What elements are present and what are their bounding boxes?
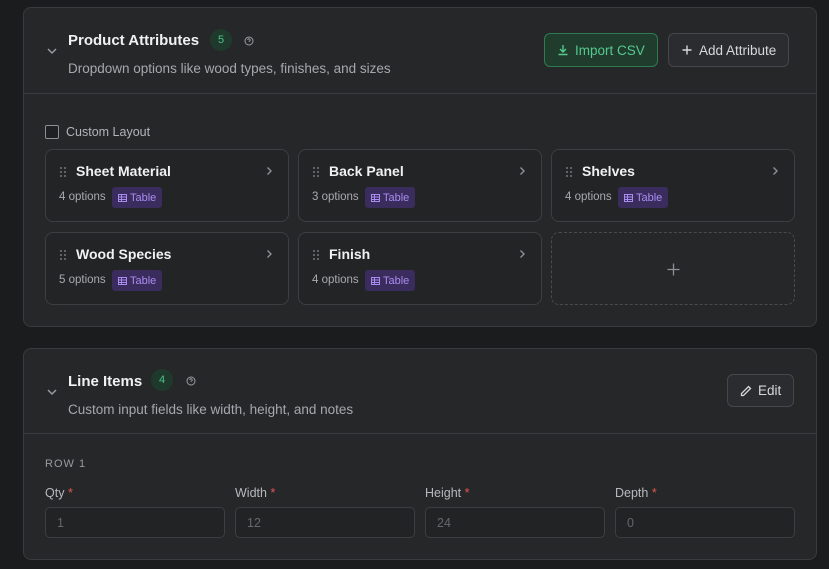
depth-input[interactable] bbox=[615, 507, 795, 538]
height-label: Height * bbox=[425, 486, 470, 500]
attribute-option-count: 5 options bbox=[59, 274, 106, 286]
import-csv-label: Import CSV bbox=[575, 42, 645, 58]
row-label: ROW 1 bbox=[45, 458, 87, 470]
field-label-text: Depth bbox=[615, 486, 649, 500]
section-title: Line Items bbox=[68, 373, 143, 390]
line-items-card: Line Items 4 Custom input fields like wi… bbox=[23, 348, 817, 560]
required-mark: * bbox=[651, 486, 657, 500]
line-items-header[interactable]: Line Items 4 Custom input fields like wi… bbox=[24, 349, 816, 434]
attribute-tile-sheet-material[interactable]: Sheet Material 4 options Table bbox=[45, 149, 289, 222]
display-type-tag: Table bbox=[112, 270, 163, 291]
chevron-right-icon[interactable] bbox=[770, 166, 780, 176]
drag-handle-icon[interactable] bbox=[312, 166, 320, 178]
qty-label: Qty * bbox=[45, 486, 73, 500]
help-icon[interactable] bbox=[244, 36, 254, 46]
required-mark: * bbox=[270, 486, 276, 500]
section-subtitle: Custom input fields like width, height, … bbox=[68, 402, 354, 417]
count-badge: 5 bbox=[210, 29, 232, 51]
attribute-name: Wood Species bbox=[76, 246, 172, 262]
qty-input[interactable] bbox=[45, 507, 225, 538]
custom-layout-label: Custom Layout bbox=[66, 125, 151, 139]
attribute-option-count: 4 options bbox=[312, 274, 359, 286]
attribute-option-count: 3 options bbox=[312, 191, 359, 203]
table-icon bbox=[624, 193, 633, 202]
depth-label: Depth * bbox=[615, 486, 657, 500]
attribute-option-count: 4 options bbox=[59, 191, 106, 203]
download-icon bbox=[558, 45, 568, 56]
table-icon bbox=[118, 276, 127, 285]
plus-icon bbox=[682, 45, 692, 55]
count-badge: 4 bbox=[151, 369, 173, 391]
attribute-name: Finish bbox=[329, 246, 371, 262]
display-type-label: Table bbox=[130, 191, 157, 204]
chevron-down-icon[interactable] bbox=[46, 386, 58, 398]
height-input[interactable] bbox=[425, 507, 605, 538]
custom-layout-checkbox[interactable] bbox=[45, 125, 59, 139]
product-attributes-card: Product Attributes 5 Dropdown options li… bbox=[23, 7, 817, 327]
display-type-label: Table bbox=[383, 191, 410, 204]
display-type-tag: Table bbox=[365, 187, 416, 208]
field-label-text: Width bbox=[235, 486, 267, 500]
width-input[interactable] bbox=[235, 507, 415, 538]
field-label-text: Height bbox=[425, 486, 462, 500]
section-title: Product Attributes bbox=[68, 32, 200, 49]
attribute-tile-wood-species[interactable]: Wood Species 5 options Table bbox=[45, 232, 289, 305]
add-attribute-tile[interactable] bbox=[551, 232, 795, 305]
field-label-text: Qty bbox=[45, 486, 65, 500]
attribute-name: Back Panel bbox=[329, 163, 404, 179]
attribute-tile-shelves[interactable]: Shelves 4 options Table bbox=[551, 149, 795, 222]
required-mark: * bbox=[67, 486, 73, 500]
custom-layout-toggle[interactable]: Custom Layout bbox=[45, 125, 150, 139]
import-csv-button[interactable]: Import CSV bbox=[544, 33, 658, 67]
display-type-tag: Table bbox=[365, 270, 416, 291]
required-mark: * bbox=[464, 486, 470, 500]
display-type-label: Table bbox=[383, 274, 410, 287]
product-attributes-header[interactable]: Product Attributes 5 Dropdown options li… bbox=[24, 8, 816, 94]
chevron-down-icon[interactable] bbox=[46, 45, 58, 57]
drag-handle-icon[interactable] bbox=[59, 249, 67, 261]
add-attribute-label: Add Attribute bbox=[699, 42, 777, 58]
add-attribute-button[interactable]: Add Attribute bbox=[668, 33, 790, 67]
section-subtitle: Dropdown options like wood types, finish… bbox=[68, 61, 391, 76]
pencil-icon bbox=[740, 385, 752, 396]
attribute-name: Sheet Material bbox=[76, 163, 171, 179]
drag-handle-icon[interactable] bbox=[59, 166, 67, 178]
edit-button[interactable]: Edit bbox=[727, 374, 795, 407]
drag-handle-icon[interactable] bbox=[312, 249, 320, 261]
table-icon bbox=[371, 193, 380, 202]
display-type-tag: Table bbox=[618, 187, 669, 208]
display-type-label: Table bbox=[636, 191, 663, 204]
table-icon bbox=[371, 276, 380, 285]
help-icon[interactable] bbox=[186, 376, 196, 386]
display-type-label: Table bbox=[130, 274, 157, 287]
attribute-name: Shelves bbox=[582, 163, 635, 179]
attribute-tile-back-panel[interactable]: Back Panel 3 options Table bbox=[298, 149, 542, 222]
width-label: Width * bbox=[235, 486, 275, 500]
edit-label: Edit bbox=[758, 383, 782, 398]
chevron-right-icon[interactable] bbox=[517, 249, 527, 259]
chevron-right-icon[interactable] bbox=[517, 166, 527, 176]
chevron-right-icon[interactable] bbox=[264, 249, 274, 259]
display-type-tag: Table bbox=[112, 187, 163, 208]
attribute-tile-finish[interactable]: Finish 4 options Table bbox=[298, 232, 542, 305]
chevron-right-icon[interactable] bbox=[264, 166, 274, 176]
attribute-option-count: 4 options bbox=[565, 191, 612, 203]
plus-icon bbox=[667, 263, 680, 276]
table-icon bbox=[118, 193, 127, 202]
drag-handle-icon[interactable] bbox=[565, 166, 573, 178]
